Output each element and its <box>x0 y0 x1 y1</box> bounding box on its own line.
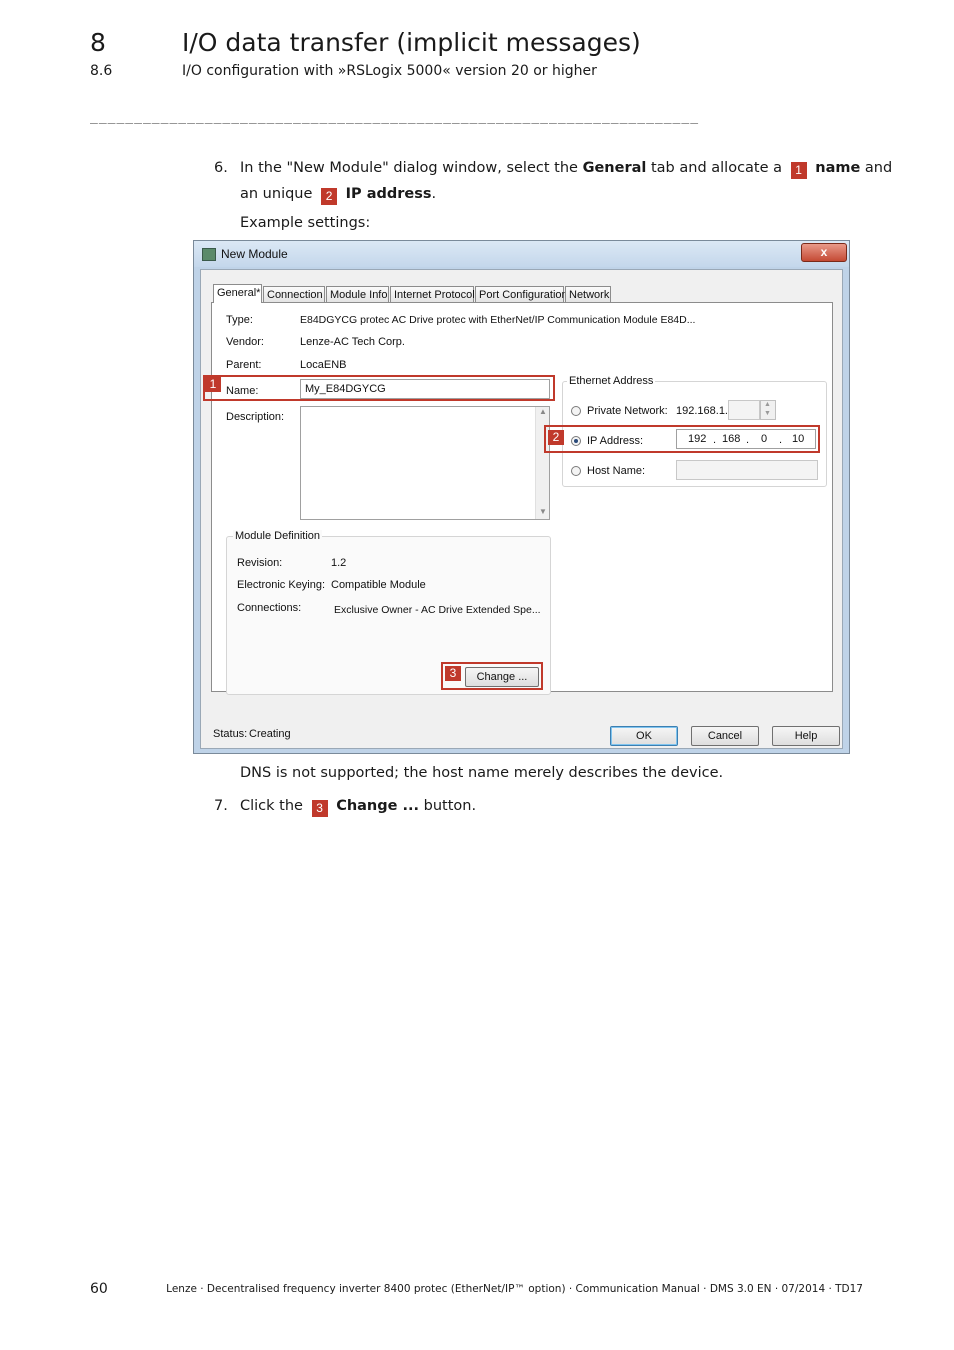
dialog-title: New Module <box>221 247 288 261</box>
tab-network[interactable]: Network <box>565 286 611 302</box>
highlight-name <box>203 375 555 401</box>
tag-2: 2 <box>548 430 564 445</box>
ok-button[interactable]: OK <box>610 726 678 746</box>
electronic-keying-label: Electronic Keying: <box>237 579 326 591</box>
tag-3: 3 <box>445 666 461 681</box>
vendor-label: Vendor: <box>226 336 264 348</box>
highlight-ip-address <box>544 425 820 453</box>
type-value: E84DGYCG protec AC Drive protec with Eth… <box>300 314 696 326</box>
host-name-label: Host Name: <box>587 465 646 477</box>
dialog-client: General* Connection Module Info Internet… <box>200 269 843 749</box>
tab-module-info[interactable]: Module Info <box>326 286 389 302</box>
private-network-radio[interactable] <box>571 406 581 416</box>
step6-line1: In the "New Module" dialog window, selec… <box>240 160 893 179</box>
private-network-label: Private Network: <box>587 405 668 417</box>
general-tab-panel: Type: E84DGYCG protec AC Drive protec wi… <box>203 302 833 695</box>
chapter-title: I/O data transfer (implicit messages) <box>182 28 641 57</box>
dns-note: DNS is not supported; the host name mere… <box>240 765 724 781</box>
marker-1: 1 <box>790 162 807 179</box>
section-title: I/O configuration with »RSLogix 5000« ve… <box>182 63 597 79</box>
step6-line2: an unique 2 IP address. <box>240 186 437 205</box>
description-label: Description: <box>226 411 285 423</box>
new-module-dialog: New Module x General* Connection Module … <box>193 240 850 754</box>
tab-port-configuration[interactable]: Port Configuration <box>475 286 568 302</box>
tag-1: 1 <box>205 377 221 392</box>
revision-value: 1.2 <box>331 557 347 569</box>
tab-general[interactable]: General* <box>213 284 262 303</box>
description-scrollbar[interactable]: ▲ ▼ <box>535 407 549 519</box>
tab-internet-protocol[interactable]: Internet Protocol <box>390 286 475 302</box>
host-name-input[interactable] <box>676 460 818 480</box>
electronic-keying-value: Compatible Module <box>331 579 426 591</box>
connections-value: Exclusive Owner - AC Drive Extended Spe.… <box>334 604 541 616</box>
spin-up-icon[interactable]: ▲ <box>764 401 771 408</box>
footer-doc-info: Lenze · Decentralised frequency inverter… <box>166 1283 863 1295</box>
host-name-radio[interactable] <box>571 466 581 476</box>
section-number: 8.6 <box>90 63 113 79</box>
marker-2: 2 <box>321 188 338 205</box>
private-network-spinner[interactable]: ▲ ▼ <box>760 400 776 420</box>
title-bar: New Module x <box>194 241 849 267</box>
header-rule: ________________________________________… <box>90 110 700 124</box>
status-label: Status: <box>213 728 248 740</box>
type-label: Type: <box>226 314 253 326</box>
ethernet-address-legend: Ethernet Address <box>567 375 656 387</box>
private-network-prefix: 192.168.1. <box>676 405 728 417</box>
app-icon <box>202 248 216 261</box>
vendor-value: Lenze-AC Tech Corp. <box>300 336 405 348</box>
step7-line: Click the 3 Change ... button. <box>240 798 477 817</box>
example-settings-label: Example settings: <box>240 215 371 231</box>
tab-connection[interactable]: Connection <box>263 286 325 302</box>
cancel-button[interactable]: Cancel <box>691 726 759 746</box>
status-value: Creating <box>249 728 291 740</box>
marker-3: 3 <box>311 800 328 817</box>
chapter-number: 8 <box>90 28 106 57</box>
scroll-down-arrow-icon[interactable]: ▼ <box>539 507 547 516</box>
step7-number: 7. <box>214 798 228 814</box>
help-button[interactable]: Help <box>772 726 840 746</box>
private-network-octet-input[interactable] <box>728 400 760 420</box>
step6-number: 6. <box>214 160 228 176</box>
revision-label: Revision: <box>237 557 283 569</box>
close-button[interactable]: x <box>801 243 847 262</box>
module-definition-legend: Module Definition <box>233 530 322 542</box>
scroll-up-arrow-icon[interactable]: ▲ <box>539 407 547 416</box>
description-textarea[interactable]: ▲ ▼ <box>300 406 550 520</box>
connections-label: Connections: <box>237 602 302 614</box>
spin-down-icon[interactable]: ▼ <box>764 410 771 417</box>
parent-value: LocaENB <box>300 359 347 371</box>
parent-label: Parent: <box>226 359 262 371</box>
